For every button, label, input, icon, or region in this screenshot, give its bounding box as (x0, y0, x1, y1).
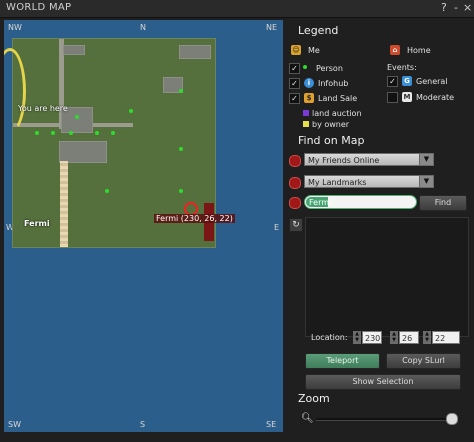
general-checkbox[interactable]: ✓ (387, 76, 398, 87)
location-z-stepper[interactable]: ▲ ▼ (423, 331, 431, 344)
close-icon[interactable]: × (463, 1, 472, 14)
person-marker[interactable] (179, 189, 183, 193)
legend-person-label: Person (316, 64, 343, 73)
location-z-field[interactable]: 22 (432, 331, 460, 344)
landmarks-track-icon[interactable] (289, 177, 301, 189)
person-marker[interactable] (179, 147, 183, 151)
show-selection-button[interactable]: Show Selection (305, 374, 461, 390)
location-x-stepper[interactable]: ▲ ▼ (353, 331, 361, 344)
zoom-slider[interactable] (316, 418, 458, 421)
legend-general-label: General (416, 77, 448, 86)
landmarks-value: My Landmarks (308, 178, 367, 187)
person-marker[interactable] (179, 89, 183, 93)
compass-e: E (274, 223, 280, 232)
beach (60, 161, 68, 247)
person-marker[interactable] (95, 131, 99, 135)
minimize-icon[interactable]: - (454, 1, 458, 14)
infohub-icon: i (304, 78, 314, 88)
location-y-stepper[interactable]: ▲ ▼ (390, 331, 398, 344)
person-marker[interactable] (51, 131, 55, 135)
legend-heading: Legend (298, 24, 339, 37)
location-label: Location: (311, 333, 348, 342)
region-name-label: Fermi (24, 219, 50, 228)
moderate-checkbox[interactable] (387, 92, 398, 103)
copy-slurl-button[interactable]: Copy SLurl (386, 353, 461, 369)
legend-infohub-label: Infohub (318, 79, 349, 88)
person-marker[interactable] (35, 131, 39, 135)
compass-sw: SW (8, 420, 21, 429)
search-input[interactable]: Fermi (304, 195, 417, 209)
location-y-field[interactable]: 26 (399, 331, 419, 344)
compass-s: S (140, 420, 146, 429)
you-are-here-label: You are here (18, 104, 68, 113)
chevron-down-icon[interactable]: ▼ (419, 154, 433, 165)
compass-ne: NE (266, 23, 278, 32)
find-on-map-heading: Find on Map (298, 134, 365, 147)
compass-nw: NW (8, 23, 22, 32)
chevron-down-icon[interactable]: ▼ (419, 176, 433, 187)
home-icon: ⌂ (390, 45, 400, 55)
landmarks-combo[interactable]: My Landmarks ▼ (304, 175, 434, 188)
building (59, 141, 107, 163)
refresh-icon[interactable]: ↻ (289, 218, 303, 232)
search-track-icon[interactable] (289, 197, 301, 209)
legend-by-owner-label: by owner (312, 120, 350, 129)
land-sale-icon: $ (304, 93, 314, 103)
friends-track-icon[interactable] (289, 155, 301, 167)
building (179, 45, 211, 59)
world-map-view[interactable]: NW N NE W E SW S SE You are here Fermi F… (4, 20, 283, 432)
destination-pin-label: Fermi (230, 26, 22) (154, 214, 235, 223)
legend-land-sale-label: Land Sale (318, 94, 358, 103)
land-sale-checkbox[interactable]: ✓ (289, 93, 300, 104)
building (63, 45, 85, 55)
by-owner-swatch (303, 121, 309, 127)
teleport-button[interactable]: Teleport (305, 353, 380, 369)
title-bar: WORLD MAP ? - × (0, 0, 474, 18)
zoom-magnifier-icon: 🔍︎ (301, 413, 314, 424)
search-input-value: Fermi (309, 198, 332, 207)
person-marker[interactable] (75, 115, 79, 119)
infohub-checkbox[interactable]: ✓ (289, 78, 300, 89)
person-marker[interactable] (69, 131, 73, 135)
person-checkbox[interactable]: ✓ (289, 63, 300, 74)
search-results-list[interactable] (305, 217, 469, 337)
land-auction-swatch (303, 110, 309, 116)
location-x-field[interactable]: 230 (362, 331, 382, 344)
friends-online-combo[interactable]: My Friends Online ▼ (304, 153, 434, 166)
moderate-event-icon: M (402, 92, 412, 102)
window-title: WORLD MAP (6, 2, 72, 13)
person-marker[interactable] (111, 131, 115, 135)
events-label: Events: (387, 63, 417, 72)
help-icon[interactable]: ? (441, 1, 447, 14)
person-marker[interactable] (129, 109, 133, 113)
friends-online-value: My Friends Online (308, 156, 380, 165)
legend-moderate-label: Moderate (416, 93, 455, 102)
zoom-slider-knob[interactable] (446, 413, 459, 425)
person-marker[interactable] (105, 189, 109, 193)
general-event-icon: G (402, 76, 412, 86)
compass-se: SE (266, 420, 277, 429)
legend-me-label: Me (308, 46, 320, 55)
legend-land-auction-label: land auction (312, 109, 362, 118)
zoom-heading: Zoom (298, 392, 330, 405)
compass-n: N (140, 23, 146, 32)
side-panel: Legend ☺ Me ⌂ Home ✓ Person ✓ i Infohub … (288, 20, 470, 438)
person-icon (303, 65, 307, 69)
find-button[interactable]: Find (419, 195, 467, 211)
legend-home-label: Home (407, 46, 431, 55)
me-icon: ☺ (291, 45, 301, 55)
